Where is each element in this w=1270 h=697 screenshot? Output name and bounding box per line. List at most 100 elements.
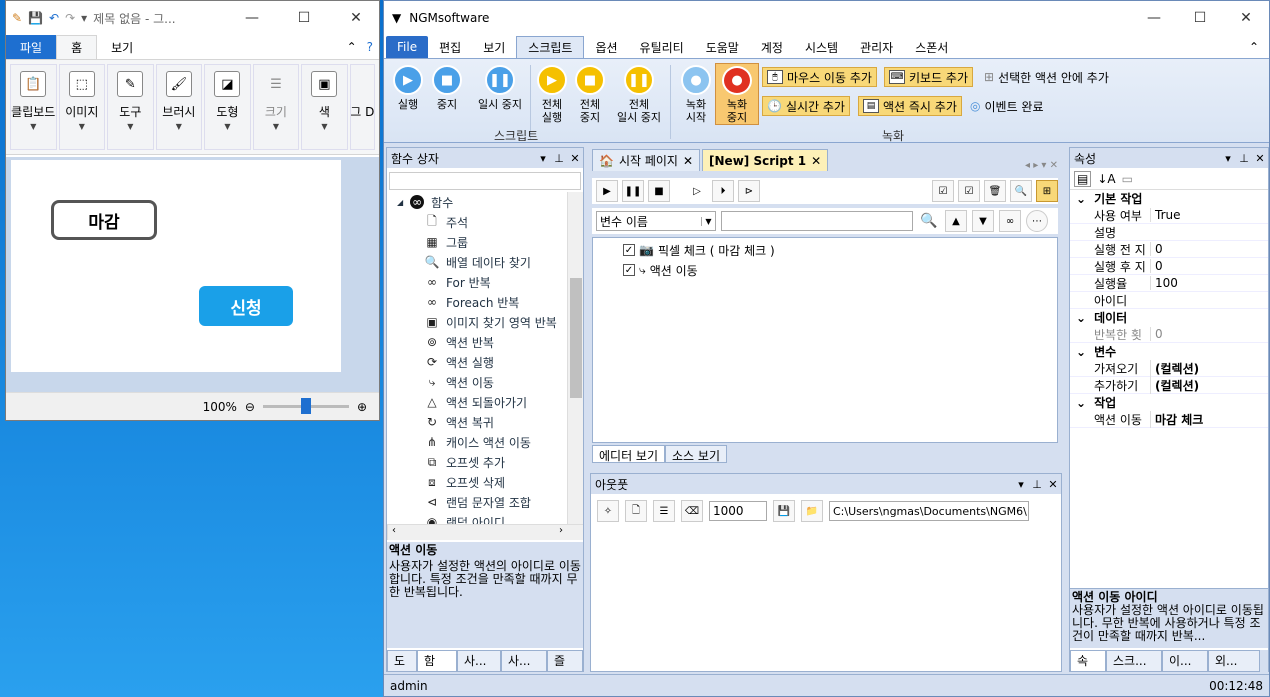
property-row[interactable]: 가져오기 (컬렉션) — [1070, 359, 1268, 377]
scrollbar-thumb[interactable] — [570, 278, 582, 398]
property-value[interactable]: (컬렉션) — [1150, 376, 1268, 394]
filter-input[interactable] — [721, 211, 913, 231]
add-realtime-button[interactable]: 🕒 실시간 추가 — [762, 96, 850, 116]
function-search-input[interactable] — [389, 172, 581, 190]
stop-button[interactable]: ■ 중지 — [425, 65, 469, 111]
tab-view[interactable]: 보기 — [97, 35, 147, 59]
tab-nav-icons[interactable]: ◂ ▸ ▾ ✕ — [1021, 160, 1062, 171]
menu-admin[interactable]: 관리자 — [849, 36, 904, 58]
property-row[interactable]: 추가하기 (컬렉션) — [1070, 376, 1268, 394]
tree-item[interactable]: ∞ For 반복 — [387, 272, 567, 292]
tree-item[interactable]: 🔍 배열 데이타 찾기 — [387, 252, 567, 272]
action-row[interactable]: ✓ 📷 픽셀 체크 ( 마감 체크 ) — [593, 240, 1057, 260]
ribbon-collapse-icon[interactable]: ⌃ — [1238, 36, 1269, 58]
tab-start-page[interactable]: 🏠 시작 페이지 ✕ — [592, 149, 701, 171]
check-icon[interactable]: ☑ — [958, 180, 980, 202]
tree-item[interactable]: ▦ 그룹 — [387, 232, 567, 252]
categorized-icon[interactable]: ▤ — [1074, 170, 1092, 187]
tab-function[interactable]: 함 — [417, 650, 457, 672]
property-value[interactable]: 100 — [1150, 276, 1268, 290]
save-icon[interactable]: 💾 — [773, 500, 795, 522]
ribbon-brush[interactable]: 🖌 브러시 ▼ — [155, 64, 203, 150]
property-value[interactable]: 0 — [1150, 242, 1268, 256]
menu-edit[interactable]: 편집 — [428, 36, 472, 58]
menu-options[interactable]: 옵션 — [584, 36, 628, 58]
event-complete-button[interactable]: ◎ 이벤트 완료 — [966, 96, 1048, 116]
property-row[interactable]: 반복한 횟 0 — [1070, 326, 1268, 343]
ribbon-shapes[interactable]: ◪ 도형 ▼ — [204, 64, 251, 150]
menu-file[interactable]: File — [386, 36, 429, 58]
minimize-button[interactable]: — — [1131, 1, 1177, 35]
step-into-icon[interactable]: ⏵ — [712, 180, 734, 202]
checkbox[interactable]: ✓ — [623, 264, 635, 276]
tree-horizontal-scrollbar[interactable]: ‹ › — [387, 524, 583, 540]
pause-icon[interactable]: ❚❚ — [622, 180, 644, 202]
eraser-icon[interactable]: ⌫ — [681, 500, 703, 522]
pause-button[interactable]: ❚❚ 일시 중지 — [472, 65, 528, 111]
tree-item[interactable]: ⋔ 캐이스 액션 이동 — [387, 432, 567, 452]
tree-item[interactable]: ↻ 액션 복귀 — [387, 412, 567, 432]
help-icon[interactable]: ? — [361, 35, 379, 59]
tree-item[interactable]: ◉ 랜덤 아이디 — [387, 512, 567, 524]
tree-item[interactable]: ▣ 이미지 찾기 영역 반복 — [387, 312, 567, 332]
tree-item[interactable]: ⊚ 액션 반복 — [387, 332, 567, 352]
folder-icon[interactable]: 📁 — [801, 500, 823, 522]
tab-script-1[interactable]: [New] Script 1 ✕ — [702, 149, 829, 171]
stop-all-button[interactable]: ■ 전체 중지 — [568, 65, 612, 124]
property-row[interactable]: 아이디 — [1070, 292, 1268, 309]
menu-script[interactable]: 스크립트 — [516, 36, 585, 58]
menu-view[interactable]: 보기 — [472, 36, 516, 58]
pin-icon[interactable]: ⊥ — [1029, 478, 1045, 491]
system-menu-icon[interactable]: ▼ — [384, 11, 401, 25]
maximize-button[interactable]: ☐ — [1177, 1, 1223, 35]
tab-script[interactable]: 스크... — [1106, 650, 1162, 672]
minimize-button[interactable]: — — [229, 1, 275, 35]
add-action-now-button[interactable]: ▤ 액션 즉시 추가 — [858, 96, 962, 116]
add-inside-selected-button[interactable]: ⊞ 선택한 액션 안에 추가 — [980, 67, 1113, 87]
menu-help[interactable]: 도움말 — [695, 36, 750, 58]
quick-access-dropdown-icon[interactable]: ▾ — [81, 11, 87, 25]
tab-toolbox[interactable]: 도 — [387, 650, 417, 672]
close-button[interactable]: ✕ — [1223, 1, 1269, 35]
loop-icon[interactable]: ∞ — [999, 210, 1021, 232]
output-line-count[interactable]: 1000 — [709, 501, 767, 521]
record-start-button[interactable]: ● 녹화 시작 — [674, 65, 718, 124]
action-row[interactable]: ✓ ⤷ 액션 이동 — [593, 260, 1057, 280]
play-icon[interactable]: ▶ — [596, 180, 618, 202]
run-button[interactable]: ▶ 실행 — [386, 65, 430, 111]
tab-favorites[interactable]: 즐 — [547, 650, 583, 672]
panel-close-icon[interactable]: ✕ — [567, 152, 583, 165]
category-task[interactable]: ⌄ 작업 — [1070, 394, 1268, 411]
panel-close-icon[interactable]: ✕ — [1045, 478, 1061, 491]
ribbon-collapse-icon[interactable]: ⌃ — [343, 35, 361, 59]
property-value[interactable]: True — [1150, 208, 1268, 222]
panel-close-icon[interactable]: ✕ — [1252, 152, 1268, 165]
property-pages-icon[interactable]: ▭ — [1122, 172, 1133, 186]
close-button[interactable]: ✕ — [333, 1, 379, 35]
search-icon[interactable]: 🔍 — [1010, 180, 1032, 202]
add-keyboard-button[interactable]: ⌨ 키보드 추가 — [884, 67, 974, 87]
property-row[interactable]: 설명 — [1070, 224, 1268, 241]
move-up-icon[interactable]: ▲ — [945, 210, 967, 232]
category-data[interactable]: ⌄ 데이터 — [1070, 309, 1268, 326]
tab-source-view[interactable]: 소스 보기 — [665, 445, 727, 463]
delete-icon[interactable]: 🗑 — [984, 180, 1006, 202]
menu-system[interactable]: 시스템 — [794, 36, 849, 58]
save-icon[interactable]: 💾 — [28, 11, 43, 25]
maximize-button[interactable]: ☐ — [281, 1, 327, 35]
variable-name-select[interactable]: 변수 이름 ▼ — [596, 211, 716, 231]
panel-dropdown-icon[interactable]: ▾ — [1013, 478, 1029, 491]
output-path[interactable]: C:\Users\ngmas\Documents\NGM6\ — [829, 501, 1029, 521]
list-icon[interactable]: ☰ — [653, 500, 675, 522]
panel-dropdown-icon[interactable]: ▾ — [535, 152, 551, 165]
stop-icon[interactable]: ■ — [648, 180, 670, 202]
record-stop-button[interactable]: ● 녹화 중지 — [715, 63, 759, 125]
pause-all-button[interactable]: ❚❚ 전체 일시 중지 — [610, 65, 668, 124]
document-search-icon[interactable]: 🗋 — [625, 500, 647, 522]
tab-home[interactable]: 홈 — [56, 35, 98, 59]
tab-properties[interactable]: 속 — [1070, 650, 1106, 672]
ribbon-paint3d[interactable]: 그 D — [349, 64, 375, 150]
panel-dropdown-icon[interactable]: ▾ — [1220, 152, 1236, 165]
tree-item[interactable]: ⤷ 액션 이동 — [387, 372, 567, 392]
drawing-canvas[interactable]: 마감 신청 — [11, 160, 341, 372]
